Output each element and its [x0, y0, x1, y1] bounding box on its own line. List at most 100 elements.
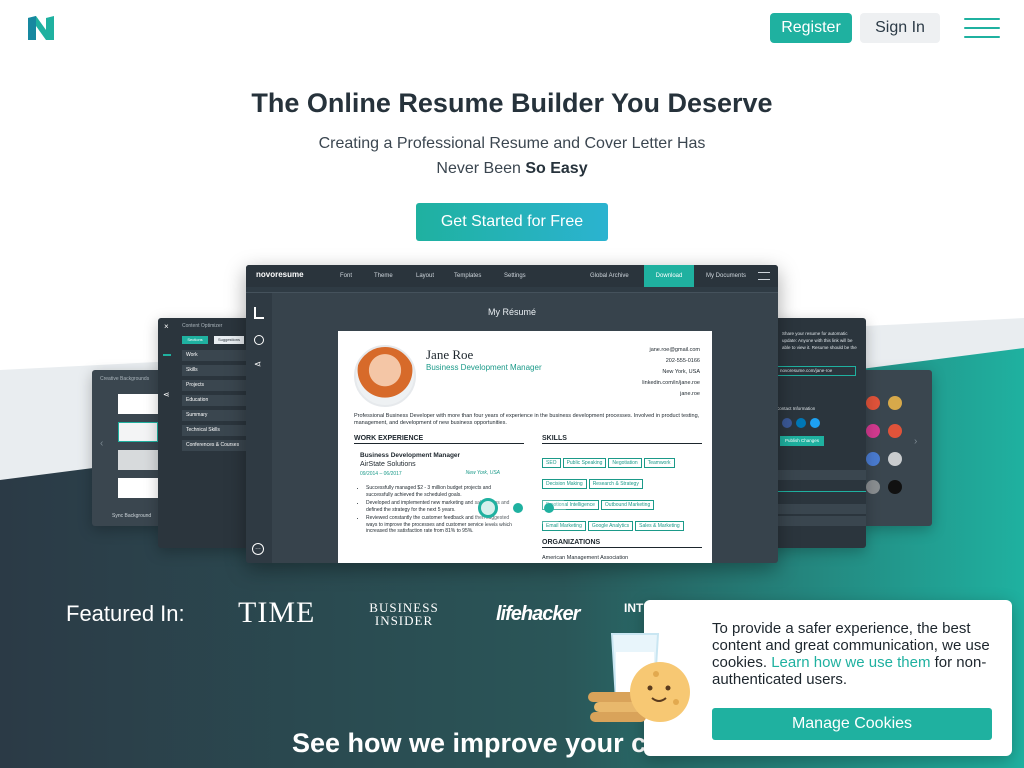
carousel-dot[interactable] [513, 503, 523, 513]
organization-item[interactable]: American Management Association [542, 555, 628, 561]
more-icon[interactable]: … [252, 543, 264, 555]
share-icon[interactable]: ⋖ [163, 390, 170, 399]
novoresume-logo-icon[interactable] [26, 14, 56, 42]
toolbar-global-archive[interactable]: Global Archive [590, 273, 629, 279]
my-documents-link[interactable]: My Documents [706, 273, 746, 279]
carousel-indicator [470, 492, 566, 524]
work-experience-heading: WORK EXPERIENCE [354, 435, 524, 444]
hero-subtitle-line1: Creating a Professional Resume and Cover… [318, 135, 706, 152]
share-list [770, 470, 866, 526]
section-list: Work Skills Projects Education Summary T… [182, 350, 254, 455]
editor-left-toolbar: ⋖ … [246, 293, 272, 563]
contact-location: New York, USA [662, 369, 700, 375]
linkedin-icon[interactable] [796, 418, 806, 428]
job-meta: 09/2014 – 06/2017 New York, USA [360, 469, 510, 479]
skill-tag[interactable]: Teamwork [643, 458, 675, 468]
hamburger-menu-icon[interactable] [964, 18, 1000, 38]
skill-tag[interactable]: Google Analytics [587, 521, 634, 531]
creative-backgrounds-panel: Creative Backgrounds ‹ Sync Background [92, 370, 164, 526]
share-row[interactable] [770, 504, 866, 514]
skill-tag[interactable]: SEO [542, 458, 561, 468]
get-started-button[interactable]: Get Started for Free [416, 203, 608, 241]
section-item[interactable]: Technical Skills [182, 425, 254, 436]
sync-background-label[interactable]: Sync Background [112, 513, 151, 519]
resume-summary[interactable]: Professional Business Developer with mor… [354, 413, 700, 427]
register-button[interactable]: Register [770, 13, 852, 43]
twitter-icon[interactable] [810, 418, 820, 428]
tab-suggestions[interactable]: Suggestions [214, 336, 244, 344]
toolbar-font[interactable]: Font [340, 273, 352, 279]
color-swatch[interactable] [866, 424, 880, 438]
section-item[interactable]: Education [182, 395, 254, 406]
optimizer-icon[interactable] [163, 346, 171, 356]
chevron-left-icon[interactable]: ‹ [100, 438, 103, 449]
share-row[interactable] [770, 470, 866, 480]
business-insider-logo: BUSINESS INSIDER [369, 600, 439, 628]
color-swatch[interactable] [888, 480, 902, 494]
facebook-icon[interactable] [782, 418, 792, 428]
job-entry[interactable]: Business Development Manager AirState So… [360, 451, 510, 479]
skill-tag[interactable]: Negotiation [608, 458, 642, 468]
section-item[interactable]: Work [182, 350, 254, 361]
resume-role[interactable]: Business Development Manager [426, 363, 542, 372]
section-item[interactable]: Skills [182, 365, 254, 376]
chevron-right-icon[interactable]: › [914, 436, 917, 447]
share-row[interactable] [770, 516, 866, 526]
color-swatch[interactable] [888, 424, 902, 438]
color-swatch[interactable] [888, 396, 902, 410]
toolbar-templates[interactable]: Templates [454, 273, 481, 279]
hero-subtitle-prefix: Never Been [436, 160, 526, 177]
background-thumb[interactable] [118, 394, 158, 414]
color-swatch[interactable] [866, 452, 880, 466]
toolbar-settings[interactable]: Settings [504, 273, 526, 279]
hero-subtitle-emphasis: So Easy [525, 160, 588, 177]
sign-in-button[interactable]: Sign In [860, 13, 940, 43]
share-text: Share your resume for automatic update: … [782, 331, 857, 350]
background-thumb[interactable] [118, 422, 158, 442]
content-optimizer-header: Content Optimizer [182, 323, 223, 329]
carousel-dot[interactable] [544, 503, 554, 513]
contact-skype: jane.roe [680, 391, 700, 397]
resume-name[interactable]: Jane Roe [426, 347, 473, 363]
publish-changes-button[interactable]: Publish Changes [780, 436, 824, 446]
learn-cookies-link[interactable]: Learn how we use them [771, 654, 930, 671]
skill-tag[interactable]: Decision Making [542, 479, 587, 489]
tab-sections[interactable]: Sections [182, 336, 208, 344]
background-thumb[interactable] [118, 450, 158, 470]
resume-contact[interactable]: jane.roe@gmail.com 202-555-0166 New York… [590, 345, 700, 400]
skills-list: SEO Public Speaking Negotiation Teamwork Dec… [542, 451, 702, 535]
manage-cookies-button[interactable]: Manage Cookies [712, 708, 992, 740]
color-swatch[interactable] [866, 480, 880, 494]
section-item[interactable]: Projects [182, 380, 254, 391]
share-panel: Share your resume for automatic update: … [770, 318, 866, 548]
section-heading: See how we improve your cha [292, 728, 678, 758]
background-thumb[interactable] [118, 478, 158, 498]
skill-tag[interactable]: Sales & Marketing [635, 521, 684, 531]
hero-subtitle: Creating a Professional Resume and Cover… [0, 131, 1024, 181]
skills-heading: SKILLS [542, 435, 702, 444]
skill-tag[interactable]: Research & Strategy [588, 479, 643, 489]
featured-in-label: Featured In: [66, 601, 185, 626]
editor-menu-icon[interactable] [758, 272, 770, 280]
toolbar-layout[interactable]: Layout [416, 273, 434, 279]
resume-page[interactable]: Jane Roe Business Development Manager ja… [338, 331, 712, 563]
color-swatch[interactable] [866, 396, 880, 410]
share-link-input[interactable]: novoresume.com/jane-roe [776, 366, 856, 376]
organizations-heading: ORGANIZATIONS [542, 539, 702, 548]
share-row[interactable] [770, 482, 866, 492]
close-icon[interactable]: × [164, 322, 169, 331]
job-company: AirState Solutions [360, 461, 416, 468]
tips-icon[interactable] [254, 335, 264, 345]
skill-tag[interactable]: Public Speaking [562, 458, 607, 468]
editor-brand: novoresume [256, 270, 304, 279]
carousel-dot[interactable] [478, 498, 498, 518]
toolbar-theme[interactable]: Theme [374, 273, 393, 279]
share-icon[interactable]: ⋖ [254, 359, 262, 370]
color-swatch[interactable] [888, 452, 902, 466]
download-button[interactable]: Download [644, 265, 694, 287]
hero-subtitle-line2: Never Been So Easy [0, 156, 1024, 181]
section-item[interactable]: Conferences & Courses [182, 440, 254, 451]
skill-tag[interactable]: Outbound Marketing [600, 500, 655, 510]
editor-ruler [246, 287, 778, 293]
section-item[interactable]: Summary [182, 410, 254, 421]
